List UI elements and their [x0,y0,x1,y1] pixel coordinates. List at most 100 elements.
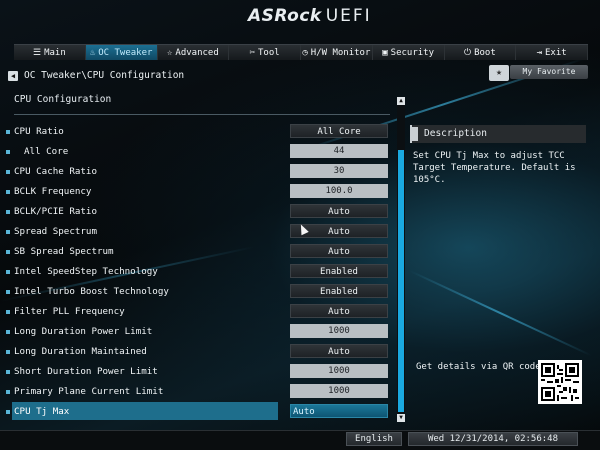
setting-row[interactable]: Primary Plane Current Limit 1000 [0,382,392,402]
description-header: Description [410,125,586,143]
setting-row[interactable]: Intel SpeedStep Technology Enabled [0,262,392,282]
setting-row[interactable]: BCLK/PCIE Ratio Auto [0,202,392,222]
flame-icon: ♨ [89,47,96,58]
setting-value-field[interactable]: 100.0 [290,184,388,198]
tab-exit[interactable]: ⇥ Exit [516,45,588,60]
tab-label: Tool [257,47,280,58]
bullet-icon [6,170,10,174]
scrollbar-thumb[interactable] [398,150,404,412]
datetime-display: Wed 12/31/2014, 02:56:48 [408,432,578,446]
tab-tool[interactable]: ✂ Tool [229,45,301,60]
setting-label: Intel Turbo Boost Technology [14,286,169,297]
setting-row[interactable]: Spread Spectrum Auto [0,222,392,242]
qr-label: Get details via QR code [416,362,541,372]
setting-row[interactable]: Long Duration Power Limit 1000 [0,322,392,342]
setting-label: BCLK Frequency [14,186,92,197]
tab-label: H/W Monitor [310,47,371,58]
setting-label: Long Duration Power Limit [14,326,153,337]
settings-list: CPU Ratio All Core All Core 44 CPU Cache Rat… [0,122,392,422]
divider [14,114,390,115]
setting-label: BCLK/PCIE Ratio [14,206,97,217]
setting-label: Spread Spectrum [14,226,97,237]
favorite-star-icon[interactable]: ★ [489,65,509,81]
bullet-icon [6,250,10,254]
tab-label: OC Tweaker [98,47,153,58]
setting-value-button[interactable]: Auto [290,244,388,258]
setting-row[interactable]: BCLK Frequency 100.0 [0,182,392,202]
main-tabs: ☰ Main ♨ OC Tweaker ☆ Advanced ✂ Tool ◷ H/W Monit… [14,44,588,60]
setting-value-button[interactable]: Auto [290,204,388,218]
setting-row[interactable]: Intel Turbo Boost Technology Enabled [0,282,392,302]
tab-label: Advanced [175,47,219,58]
setting-value-field[interactable]: 1000 [290,384,388,398]
setting-row[interactable]: All Core 44 [0,142,392,162]
setting-label: CPU Tj Max [14,406,70,417]
my-favorite-button[interactable]: My Favorite [510,65,588,79]
setting-value-button[interactable]: Enabled [290,264,388,278]
tab-main[interactable]: ☰ Main [14,45,86,60]
tab-h-w-monitor[interactable]: ◷ H/W Monitor [301,45,373,60]
setting-value-button[interactable]: Auto [290,304,388,318]
power-icon: ⏻ [463,47,472,58]
setting-row[interactable]: CPU Ratio All Core [0,122,392,142]
bullet-icon [6,270,10,274]
setting-value-field[interactable]: 30 [290,164,388,178]
setting-row[interactable]: CPU Tj Max Auto [0,402,392,422]
language-button[interactable]: English [346,432,402,446]
bullet-icon [6,130,10,134]
tab-label: Exit [544,47,567,58]
tab-oc-tweaker[interactable]: ♨ OC Tweaker [85,45,158,60]
setting-row[interactable]: Long Duration Maintained Auto [0,342,392,362]
bullet-icon [6,330,10,334]
bullet-icon [6,390,10,394]
setting-label: Primary Plane Current Limit [14,386,164,397]
bullet-icon [6,210,10,214]
setting-label: SB Spread Spectrum [14,246,114,257]
tab-label: Boot [474,47,496,58]
setting-value-field[interactable]: 1000 [290,364,388,378]
setting-row[interactable]: SB Spread Spectrum Auto [0,242,392,262]
setting-value-button[interactable]: Auto [290,344,388,358]
bullet-icon [6,290,10,294]
setting-label: Intel SpeedStep Technology [14,266,158,277]
setting-value-button[interactable]: Enabled [290,284,388,298]
setting-row[interactable]: CPU Cache Ratio 30 [0,162,392,182]
setting-value-field[interactable]: 44 [290,144,388,158]
star-icon: ☆ [166,47,173,58]
page-title: CPU Configuration [14,94,112,105]
bullet-icon [6,310,10,314]
bullet-icon [6,370,10,374]
setting-value-button[interactable]: All Core [290,124,388,138]
setting-label: All Core [24,146,69,157]
setting-label: CPU Ratio [14,126,64,137]
setting-label: Filter PLL Frequency [14,306,125,317]
bullet-icon [6,150,10,154]
setting-label: CPU Cache Ratio [14,166,97,177]
qr-code-icon [538,360,582,404]
setting-row[interactable]: Filter PLL Frequency Auto [0,302,392,322]
description-bar [412,127,418,141]
shield-icon: ▣ [382,47,388,58]
bullet-icon [6,410,10,414]
tab-advanced[interactable]: ☆ Advanced [157,45,230,60]
back-icon[interactable]: ◀ [8,71,18,81]
bullet-icon [6,350,10,354]
scroll-down-icon[interactable]: ▼ [397,414,405,422]
setting-value-button[interactable]: Auto [290,404,388,418]
setting-value-field[interactable]: 1000 [290,324,388,338]
brand-logo: ASRock UEFI [248,6,372,26]
setting-row[interactable]: Short Duration Power Limit 1000 [0,362,392,382]
description-text: Set CPU Tj Max to adjust TCC Target Temp… [413,151,576,185]
exit-icon: ⇥ [536,47,542,58]
scrollbar[interactable]: ▲ ▼ [397,97,405,422]
tab-boot[interactable]: ⏻ Boot [444,45,517,60]
bullet-icon [6,230,10,234]
header: ASRock UEFI [0,0,600,40]
breadcrumb: OC Tweaker\CPU Configuration [24,70,185,81]
tab-security[interactable]: ▣ Security [372,45,445,60]
setting-label: Short Duration Power Limit [14,366,158,377]
list-icon: ☰ [32,47,42,58]
scroll-up-icon[interactable]: ▲ [397,97,405,105]
tab-label: Main [44,47,66,58]
description-title: Description [424,128,487,139]
